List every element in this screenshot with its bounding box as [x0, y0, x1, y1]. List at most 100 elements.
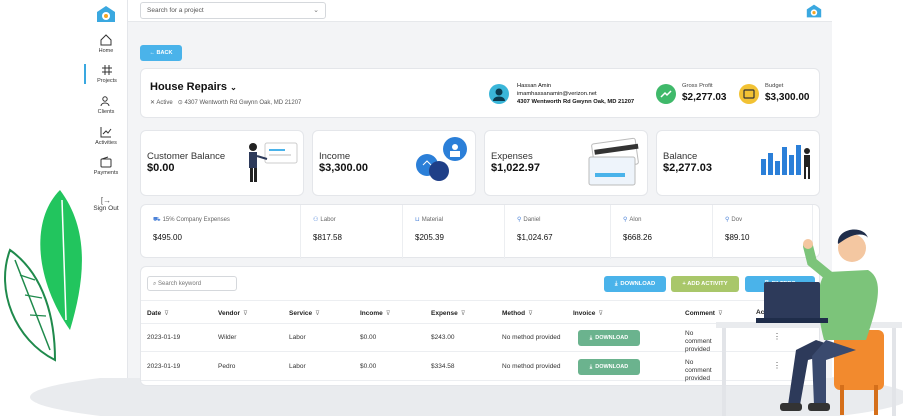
kpi-expenses: Expenses $1,022.97: [484, 130, 648, 196]
expense-value: $817.58: [313, 233, 342, 242]
kpi-balance: Balance $2,277.03: [656, 130, 820, 196]
column-header-income[interactable]: Income ⊽: [360, 309, 391, 317]
column-header-label: Vendor: [218, 310, 241, 317]
wallet-icon: [100, 156, 112, 168]
cell-expense: $243.00: [431, 334, 455, 341]
download-label: DOWNLOAD: [620, 281, 656, 287]
sidebar-item-payments[interactable]: Payments: [84, 156, 128, 176]
kpi-customer-balance: Customer Balance $0.00: [140, 130, 304, 196]
gross-profit-value: $2,277.03: [682, 92, 727, 103]
invoice-download-button[interactable]: ⤓ DOWNLOAD: [578, 359, 640, 375]
project-title[interactable]: House Repairs ⌄: [150, 81, 237, 93]
person-at-laptop-illustration: [716, 229, 902, 416]
users-icon: ⚇: [313, 217, 319, 223]
user-icon: ⚲: [517, 217, 522, 223]
sidebar-item-label: Projects: [97, 78, 117, 84]
car-icon: ⛟: [153, 217, 161, 223]
chevron-down-icon: ⌄: [230, 83, 237, 92]
sidebar-item-label: Home: [98, 48, 114, 54]
expense-label: Material: [421, 217, 444, 223]
cart-icon: ⊔: [415, 217, 420, 223]
chat-bubbles-illustration: [416, 137, 467, 181]
sidebar-item-sign-out[interactable]: [→ Sign Out: [84, 196, 128, 212]
expense-label: Labor: [320, 217, 336, 223]
cell-vendor: Wilder: [218, 334, 237, 341]
project-search-select[interactable]: Search for a project ⌄: [140, 2, 326, 19]
home-icon: [100, 34, 112, 46]
cell-income: $0.00: [360, 363, 377, 370]
app-logo-icon: [97, 6, 115, 22]
column-header-label: Income: [360, 310, 383, 317]
filter-icon[interactable]: ⊽: [461, 310, 466, 317]
cell-method: No method provided: [502, 363, 561, 370]
kpi-label: Balance: [663, 151, 698, 162]
kpi-value: $1,022.97: [491, 162, 540, 174]
expense-value: $495.00: [153, 233, 182, 242]
location-icon: ⊙: [177, 100, 183, 106]
filter-icon[interactable]: ⊽: [386, 310, 391, 317]
sidebar-item-projects[interactable]: Projects: [84, 64, 128, 84]
sidebar-item-activities[interactable]: Activities: [84, 126, 128, 146]
grid-icon: [102, 65, 112, 75]
column-header-vendor[interactable]: Vendor ⊽: [218, 309, 248, 317]
column-header-label: Method: [502, 310, 526, 317]
kpi-value: $2,277.03: [663, 162, 712, 174]
kpi-value: $3,300.00: [319, 162, 368, 174]
sign-out-icon: [→: [100, 196, 112, 205]
column-header-label: Expense: [431, 310, 458, 317]
project-address: 4307 Wentworth Rd Gwynn Oak, MD 21207: [184, 100, 302, 106]
kpi-label: Expenses: [491, 151, 533, 162]
filter-icon[interactable]: ⊽: [243, 310, 248, 317]
invoice-download-label: DOWNLOAD: [595, 335, 629, 341]
expense-item: ⚲ Alon $668.26: [611, 205, 713, 259]
sidebar-item-label: Activities: [95, 140, 117, 146]
expense-value: $205.39: [415, 233, 444, 242]
sidebar-item-clients[interactable]: Clients: [84, 95, 128, 115]
expense-value: $668.26: [623, 233, 652, 242]
owner-avatar: [489, 84, 509, 104]
project-search-placeholder: Search for a project: [147, 7, 204, 14]
column-header-date[interactable]: Date ⊽: [147, 309, 169, 317]
filter-icon[interactable]: ⊽: [598, 310, 603, 317]
sidebar: Home Projects Clients Activities Payment…: [84, 0, 128, 378]
keyword-search-input[interactable]: ⌕ Search keyword: [147, 276, 237, 291]
column-header-invoice[interactable]: Invoice ⊽: [573, 309, 603, 317]
download-icon: ⤓: [589, 334, 593, 341]
sidebar-item-label: Sign Out: [93, 205, 119, 212]
owner-name: Hassan Amin: [517, 83, 552, 89]
sidebar-item-label: Payments: [93, 170, 119, 176]
project-status: Active: [156, 100, 173, 106]
cell-date: 2023-01-19: [147, 334, 181, 341]
filter-icon[interactable]: ⊽: [164, 310, 169, 317]
cell-service: Labor: [289, 334, 306, 341]
column-header-method[interactable]: Method ⊽: [502, 309, 533, 317]
sidebar-item-home[interactable]: Home: [84, 34, 128, 54]
cell-expense: $334.58: [431, 363, 455, 370]
column-header-expense[interactable]: Expense ⊽: [431, 309, 466, 317]
download-icon: ⤓: [589, 363, 593, 370]
expense-label: Alon: [629, 217, 642, 223]
expense-label: Daniel: [523, 217, 541, 223]
expense-item: ⚲ Daniel $1,024.67: [505, 205, 611, 259]
expense-value: $1,024.67: [517, 233, 553, 242]
user-icon: ⚲: [623, 217, 628, 223]
back-button[interactable]: ← BACK: [140, 45, 182, 61]
download-button[interactable]: ⤓ DOWNLOAD: [604, 276, 666, 292]
project-subtitle: ✕ Active ⊙ 4307 Wentworth Rd Gwynn Oak, …: [150, 99, 301, 106]
keyword-search-placeholder: Search keyword: [158, 281, 202, 287]
cell-date: 2023-01-19: [147, 363, 181, 370]
column-header-service[interactable]: Service ⊽: [289, 309, 320, 317]
trending-up-icon: [656, 84, 676, 104]
top-bar: Search for a project ⌄: [128, 0, 832, 22]
users-icon: [100, 96, 110, 107]
kpi-value: $0.00: [147, 162, 175, 174]
filter-icon[interactable]: ⊽: [528, 310, 533, 317]
chevron-down-icon: ⌄: [313, 7, 319, 14]
app-logo-icon: [806, 4, 822, 18]
expense-item: ⚇ Labor $817.58: [301, 205, 403, 259]
invoice-download-button[interactable]: ⤓ DOWNLOAD: [578, 330, 640, 346]
expense-item: ⛟ 15% Company Expenses $495.00: [141, 205, 301, 259]
budget-value: $3,300.00: [765, 92, 810, 103]
filter-icon[interactable]: ⊽: [315, 310, 320, 317]
back-label: ← BACK: [149, 50, 173, 56]
